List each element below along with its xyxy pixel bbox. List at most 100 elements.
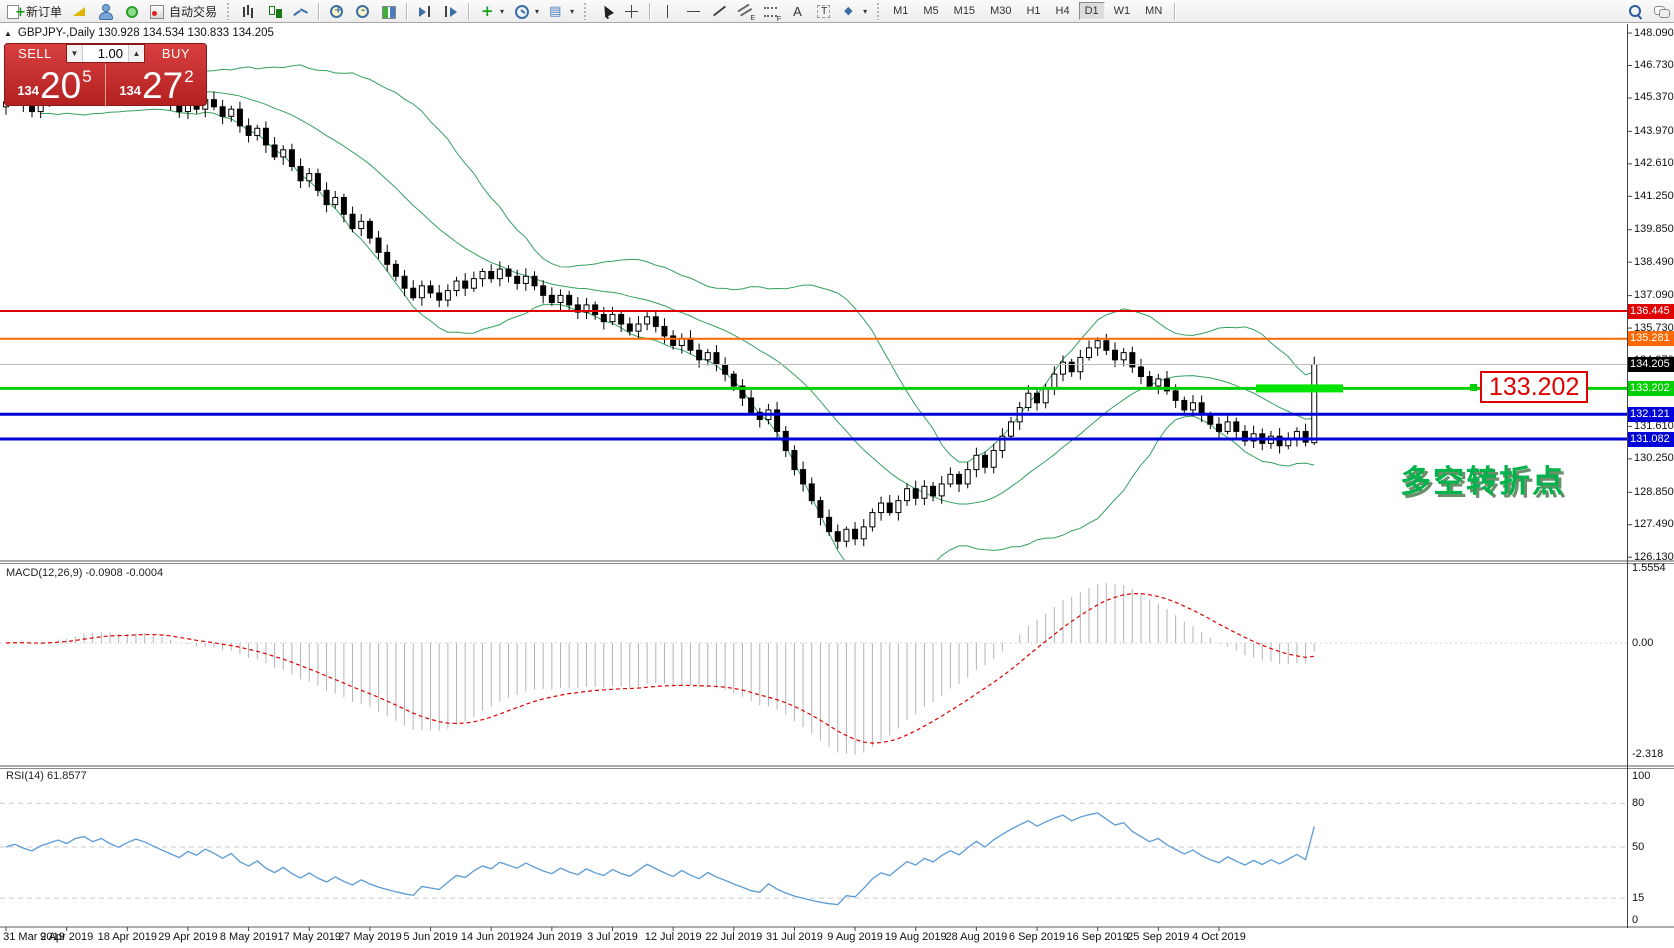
profile-icon	[97, 3, 114, 20]
buy-price-pip: 2	[184, 68, 193, 85]
volume-decrease-button[interactable]: ▼	[67, 45, 83, 62]
tile-windows-button[interactable]	[376, 1, 401, 22]
price-level-tag: 136.445	[1628, 304, 1674, 319]
trend-icon	[711, 3, 728, 20]
zoom-out-button[interactable]	[350, 1, 375, 22]
buy-button[interactable]: BUY	[145, 43, 207, 64]
crosshair-button[interactable]	[619, 1, 644, 22]
hline-icon	[685, 3, 702, 20]
sell-button[interactable]: SELL	[4, 43, 66, 64]
date-axis-label: 31 Jul 2019	[766, 931, 823, 943]
rsi-scale-label: 50	[1632, 841, 1644, 853]
templates-button[interactable]: ▾	[544, 1, 578, 22]
date-axis-label: 12 Jul 2019	[645, 931, 702, 943]
bar-chart-button[interactable]	[236, 1, 261, 22]
neworder-icon	[6, 3, 23, 20]
new-order-button[interactable]: 新订单	[2, 1, 66, 22]
horizontal-line-button[interactable]	[681, 1, 706, 22]
equidistant-channel-button[interactable]	[733, 1, 758, 22]
buy-price-prefix: 134	[119, 83, 141, 98]
zoomin-icon	[328, 3, 345, 20]
date-axis-label: 9 Aug 2019	[827, 931, 883, 943]
shiftl-icon	[416, 3, 433, 20]
current-price-tag: 134.205	[1628, 357, 1674, 372]
price-level-tag: 135.281	[1628, 331, 1674, 346]
timeframe-mn-button[interactable]: MN	[1139, 2, 1168, 20]
volume-increase-button[interactable]: ▲	[128, 45, 144, 62]
date-axis-label: 25 Sep 2019	[1127, 931, 1189, 943]
date-axis-label: 3 Jul 2019	[587, 931, 638, 943]
price-axis-label: 145.370	[1634, 91, 1674, 103]
crosshair-icon	[623, 3, 640, 20]
timeframe-h4-button[interactable]: H4	[1050, 2, 1076, 20]
price-level-tag: 132.121	[1628, 407, 1674, 422]
timeframe-m30-button[interactable]: M30	[984, 2, 1017, 20]
indicators-button[interactable]: ▾	[474, 1, 508, 22]
collapse-panel-arrow-icon[interactable]: ▲	[4, 29, 12, 38]
price-level-tag: 131.082	[1628, 432, 1674, 447]
price-axis-label: 127.490	[1634, 518, 1674, 530]
mt4-window: 新订单自动交易▾▾▾▾M1M5M15M30H1H4D1W1MN ▲ GBPJPY…	[0, 0, 1674, 948]
text-button[interactable]	[785, 1, 810, 22]
toolbar: 新订单 自动交易 ▾ ▾ ▾ ▾ M1M5M15M30H1H4D1W1MN	[0, 0, 1674, 23]
macd-scale-label: 0.00	[1632, 637, 1653, 649]
shapes-button[interactable]: ▾	[837, 1, 871, 22]
timeframe-w1-button[interactable]: W1	[1108, 2, 1137, 20]
price-axis-label: 141.250	[1634, 190, 1674, 202]
price-axis-label: 137.090	[1634, 289, 1674, 301]
macd-scale-label: -2.318	[1632, 748, 1663, 760]
date-axis-label: 5 Jun 2019	[403, 931, 457, 943]
periods-button[interactable]: ▾	[509, 1, 543, 22]
news-signal-button[interactable]	[119, 1, 144, 22]
timeframe-m15-button[interactable]: M15	[948, 2, 981, 20]
date-axis-label: 29 Apr 2019	[158, 931, 217, 943]
timeframe-d1-button[interactable]: D1	[1079, 2, 1105, 20]
dropdown-caret-icon[interactable]: ▾	[570, 7, 574, 16]
price-axis-label: 126.130	[1634, 551, 1674, 563]
textA-icon	[789, 3, 806, 20]
sell-price[interactable]: 134 20 5	[4, 64, 106, 106]
chart-shift-button[interactable]	[438, 1, 463, 22]
ramp-button[interactable]	[67, 1, 92, 22]
timeframe-m5-button[interactable]: M5	[917, 2, 944, 20]
price-axis-label: 146.730	[1634, 59, 1674, 71]
price-level-label[interactable]: 133.202	[1480, 371, 1588, 403]
date-axis-label: 8 May 2019	[220, 931, 277, 943]
autotrade-icon	[149, 3, 166, 20]
zoomout-icon	[354, 3, 371, 20]
barchart-icon	[240, 3, 257, 20]
vertical-line-button[interactable]	[655, 1, 680, 22]
autotrade-button[interactable]: 自动交易	[145, 1, 221, 22]
profile-button[interactable]	[93, 1, 118, 22]
fibonacci-button[interactable]	[759, 1, 784, 22]
dropdown-caret-icon[interactable]: ▾	[863, 7, 867, 16]
price-axis-label: 139.850	[1634, 223, 1674, 235]
toolbar-separator	[1174, 3, 1175, 20]
search-button[interactable]	[1623, 1, 1648, 22]
dropdown-caret-icon[interactable]: ▾	[535, 7, 539, 16]
zoom-in-button[interactable]	[324, 1, 349, 22]
auto-scroll-button[interactable]	[412, 1, 437, 22]
candlestick-chart-button[interactable]	[262, 1, 287, 22]
text-label-button[interactable]	[811, 1, 836, 22]
tile-icon	[380, 3, 397, 20]
price-axis-label: 131.610	[1634, 420, 1674, 432]
dropdown-caret-icon[interactable]: ▾	[500, 7, 504, 16]
pivot-point-annotation: 多空转折点	[1400, 456, 1565, 501]
date-axis-label: 9 Apr 2019	[40, 931, 93, 943]
chat-button[interactable]	[1649, 1, 1674, 22]
buy-price[interactable]: 134 27 2	[106, 64, 207, 106]
date-axis-label: 27 May 2019	[338, 931, 402, 943]
timeframe-h1-button[interactable]: H1	[1020, 2, 1046, 20]
new-order-button-label: 新订单	[26, 3, 62, 20]
toolbar-drag-handle	[226, 3, 231, 20]
line-chart-button[interactable]	[288, 1, 313, 22]
cursor-button[interactable]	[593, 1, 618, 22]
volume-input[interactable]: 1.00	[83, 45, 128, 62]
buy-price-main: 27	[142, 71, 183, 101]
timeframe-m1-button[interactable]: M1	[887, 2, 914, 20]
date-axis-label: 28 Aug 2019	[945, 931, 1007, 943]
indic-icon	[478, 3, 495, 20]
trendline-button[interactable]	[707, 1, 732, 22]
vline-icon	[659, 3, 676, 20]
